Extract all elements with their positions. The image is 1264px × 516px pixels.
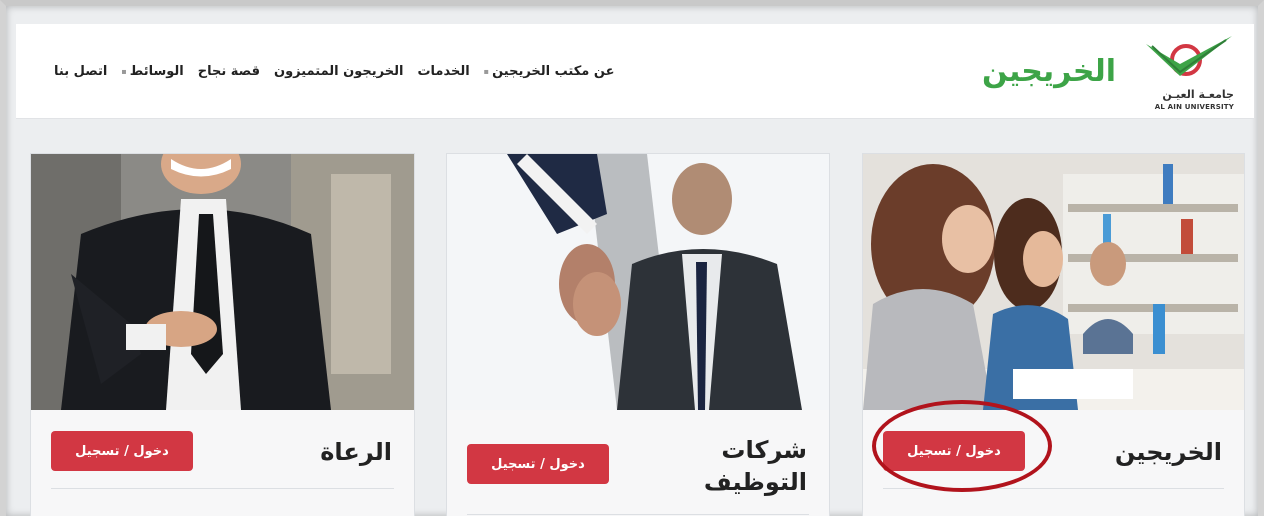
browser-frame: جامعـة العيـن AL AIN UNIVERSITY الخريجين… [0, 0, 1264, 516]
employers-handshake-photo [447, 154, 829, 410]
nav-item-success-story[interactable]: قصة نجاح [198, 64, 260, 79]
card-title: الخريجين [1114, 438, 1222, 466]
card-title: الرعاة [320, 438, 392, 466]
employers-login-register-button[interactable]: دخول / تسجيل [467, 444, 609, 484]
nav-item-label: الخدمات [417, 64, 470, 79]
nav-item-services[interactable]: الخدمات [417, 64, 469, 79]
card-divider [467, 514, 809, 515]
nav-item-media[interactable]: الوسائط ▪ [121, 64, 183, 79]
card-sponsors: الرعاة دخول / تسجيل [30, 153, 415, 516]
graduates-photo [863, 154, 1244, 410]
nav-item-distinguished-graduates[interactable]: الخريجون المتميزون [274, 64, 403, 79]
nav-item-label: اتصل بنا [54, 64, 108, 79]
sponsors-login-register-button[interactable]: دخول / تسجيل [51, 431, 193, 471]
nav-item-label: عن مكتب الخريجين [492, 64, 615, 79]
card-title-line-1: شركات [721, 436, 807, 464]
logo-english-text: AL AIN UNIVERSITY [1154, 103, 1234, 111]
card-divider [51, 488, 394, 489]
site-header: جامعـة العيـن AL AIN UNIVERSITY الخريجين… [16, 24, 1254, 119]
site-title[interactable]: الخريجين [982, 54, 1116, 89]
nav-item-label: قصة نجاح [197, 64, 260, 79]
sponsors-businessman-photo [31, 154, 414, 410]
dropdown-caret-icon: ▪ [483, 67, 490, 76]
main-nav: عن مكتب الخريجين ▪ الخدمات الخريجون المت… [40, 64, 614, 79]
card-employers: شركات التوظيف دخول / تسجيل [446, 153, 830, 516]
nav-item-contact[interactable]: اتصل بنا [54, 64, 107, 79]
dropdown-caret-icon: ▪ [121, 67, 127, 76]
card-title-line-2: التوظيف [703, 468, 807, 496]
nav-item-label: الوسائط [129, 64, 184, 79]
highlight-ring [872, 400, 1052, 492]
nav-item-label: الخريجون المتميزون [273, 64, 404, 79]
logo-arabic-text: جامعـة العيـن [1162, 88, 1234, 101]
nav-item-about[interactable]: عن مكتب الخريجين ▪ [484, 64, 615, 79]
